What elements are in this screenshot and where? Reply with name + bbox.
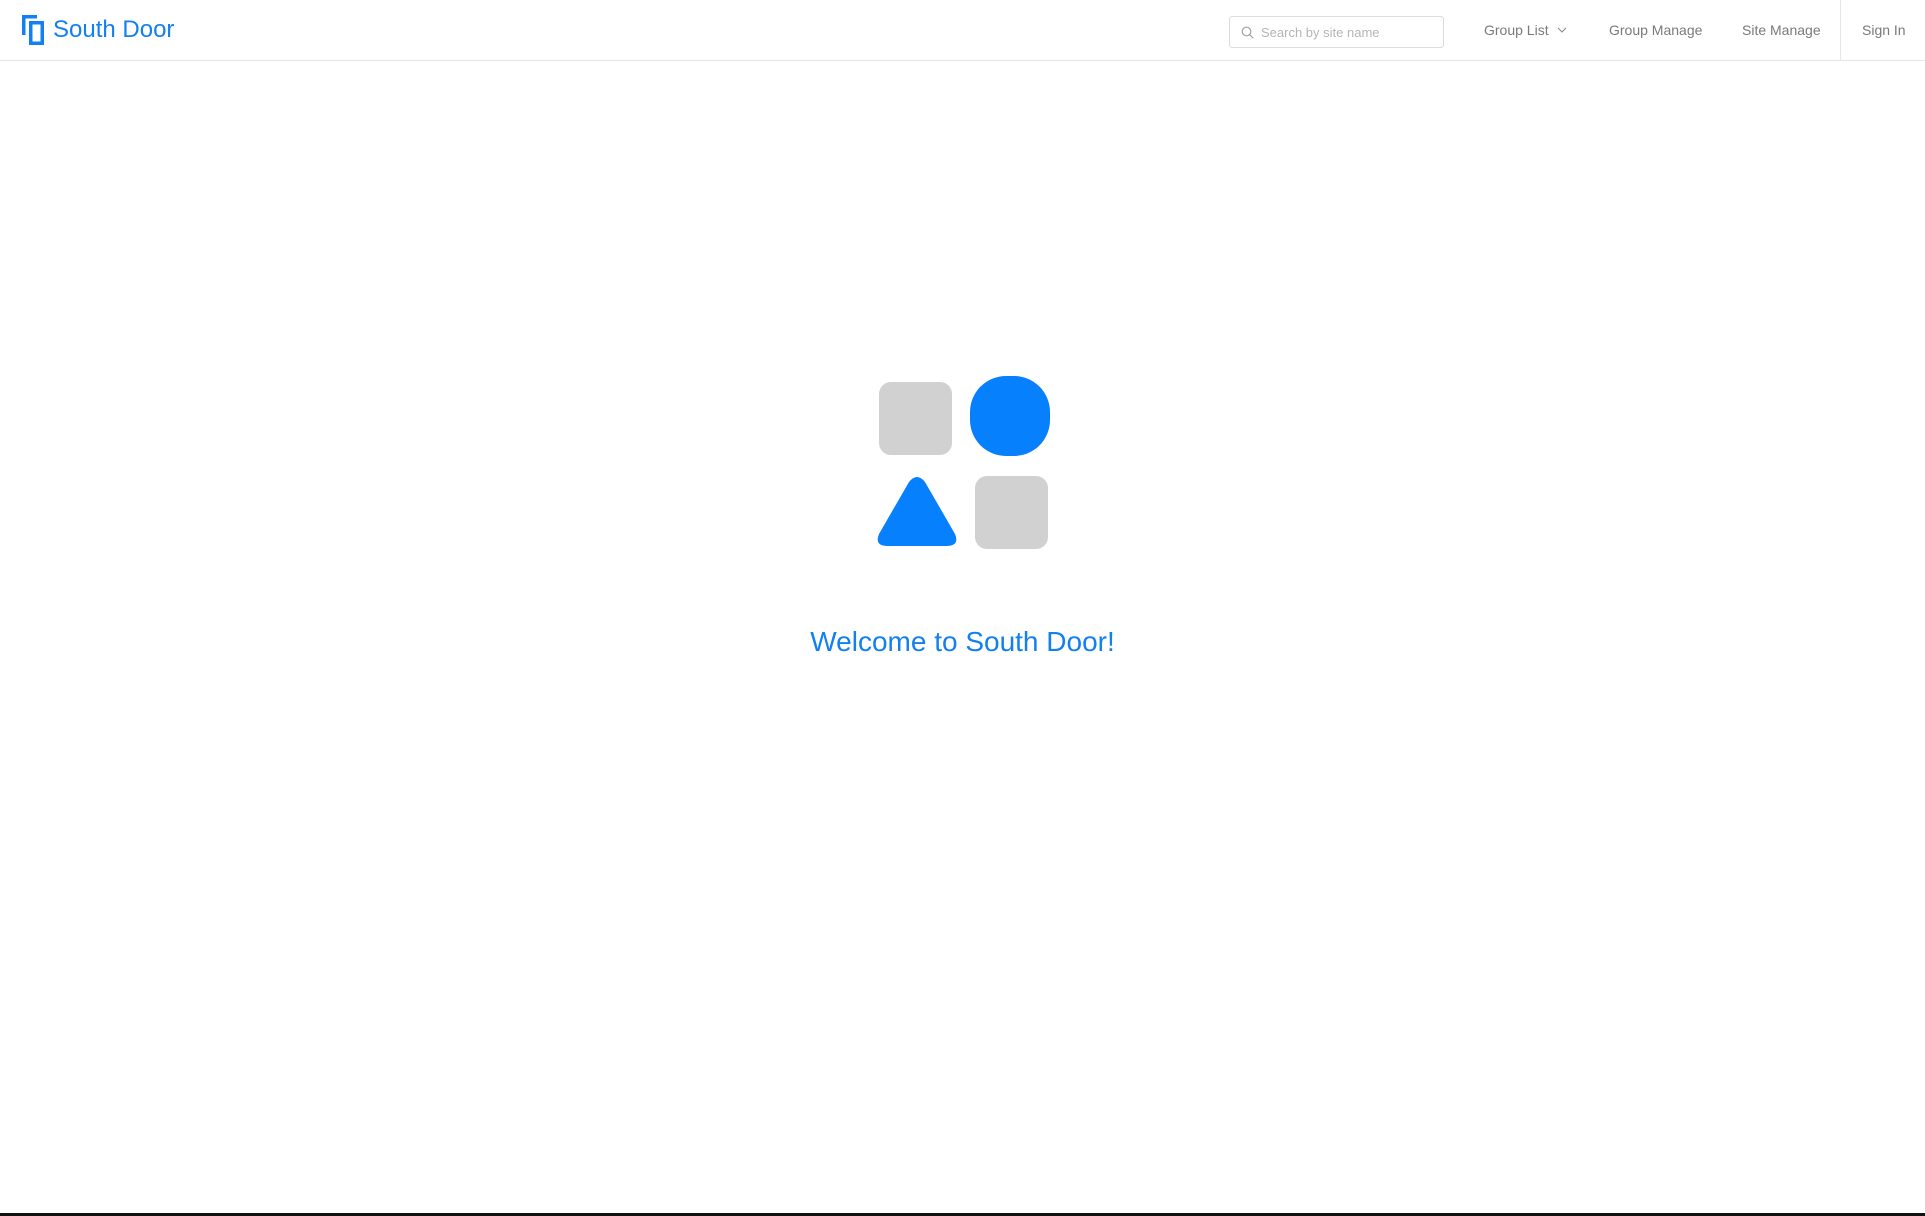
nav-group-manage[interactable]: Group Manage [1609,0,1702,60]
sign-in-button[interactable]: Sign In [1862,0,1906,60]
nav-group-manage-label: Group Manage [1609,22,1703,38]
shapes-illustration [876,376,1051,549]
gray-square-shape-2 [975,476,1048,549]
gray-square-shape [879,382,952,455]
chevron-down-icon [1557,27,1566,33]
nav-site-manage-label: Site Manage [1742,22,1821,38]
search-box[interactable] [1229,16,1444,48]
brand-name: South Door [53,16,175,43]
sign-in-label: Sign In [1862,22,1906,38]
top-navbar: South Door Group List Group Manage Site … [0,0,1925,61]
search-input[interactable] [1261,18,1431,46]
brand-link[interactable]: South Door [22,14,174,46]
app-root: South Door Group List Group Manage Site … [0,0,1925,1216]
blue-rounded-shape [970,376,1050,456]
brand-logo-icon [22,15,44,45]
nav-group-list-label: Group List [1484,22,1549,38]
blue-triangle-shape [877,477,957,546]
welcome-heading: Welcome to South Door! [810,626,1115,657]
nav-group-list-dropdown[interactable]: Group List [1484,0,1567,60]
search-icon [1241,26,1254,39]
nav-divider [1840,0,1841,60]
nav-site-manage[interactable]: Site Manage [1742,0,1821,60]
